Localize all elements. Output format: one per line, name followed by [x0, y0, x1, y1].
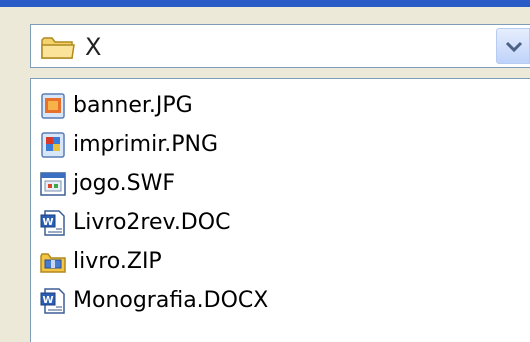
folder-icon: [41, 37, 75, 59]
word-docx-icon: W: [40, 288, 65, 314]
file-name: Livro2rev.DOC: [73, 210, 231, 235]
list-item[interactable]: imprimir.PNG: [39, 129, 218, 161]
svg-text:W: W: [43, 295, 54, 306]
list-item[interactable]: livro.ZIP: [39, 246, 162, 278]
jpg-image-icon: [41, 93, 65, 119]
file-name: livro.ZIP: [73, 249, 162, 274]
file-list[interactable]: banner.JPG imprimir.PNG jogo.SWF W Livro…: [30, 78, 530, 342]
swf-file-icon: [40, 172, 66, 196]
file-name: imprimir.PNG: [73, 132, 218, 157]
chevron-down-icon: [505, 41, 523, 53]
list-item[interactable]: banner.JPG: [39, 90, 193, 122]
zip-archive-icon: [40, 253, 66, 273]
list-item[interactable]: jogo.SWF: [39, 168, 175, 200]
file-name: banner.JPG: [73, 93, 193, 118]
location-dropdown[interactable]: X: [30, 24, 530, 68]
svg-text:W: W: [43, 217, 54, 228]
list-item[interactable]: W Livro2rev.DOC: [39, 207, 230, 239]
file-name: Monografia.DOCX: [73, 288, 269, 313]
window-top-border: [0, 0, 530, 7]
png-image-icon: [41, 132, 65, 158]
word-doc-icon: W: [40, 210, 65, 236]
location-value: X: [85, 33, 102, 61]
file-name: jogo.SWF: [73, 171, 175, 196]
list-item[interactable]: W Monografia.DOCX: [39, 285, 268, 317]
dropdown-button[interactable]: [496, 28, 530, 64]
